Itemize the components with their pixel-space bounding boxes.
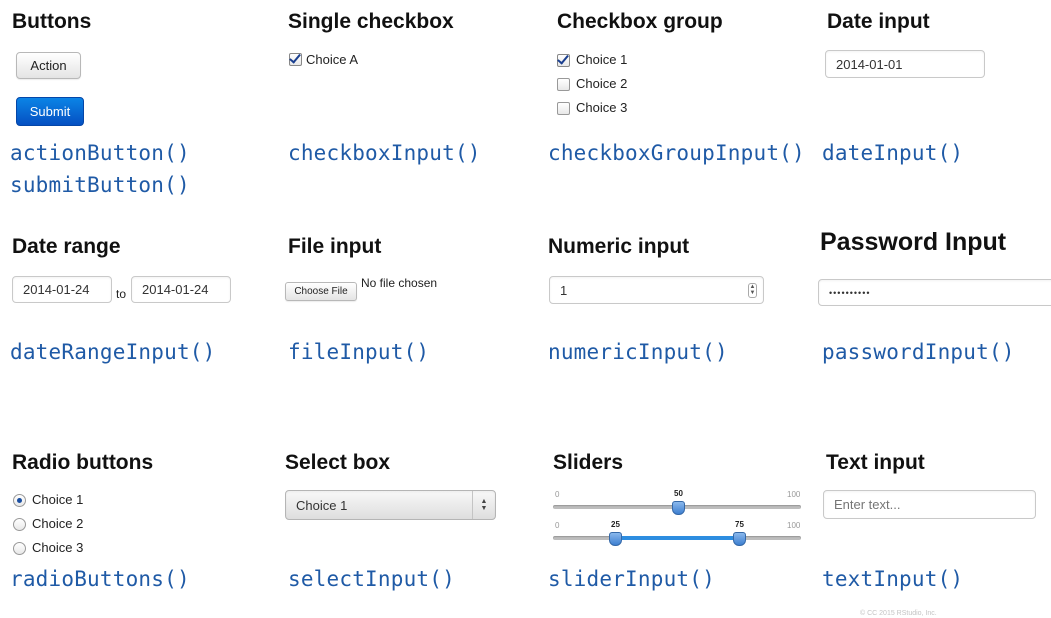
radio-choice-3[interactable] (13, 542, 26, 555)
date-range-separator: to (116, 287, 127, 301)
submit-button-function: submitButton() (10, 173, 190, 197)
numeric-spinner-icon[interactable]: ▲ ▼ (748, 283, 757, 298)
group-choice-1-label: Choice 1 (576, 52, 628, 67)
select-arrows-icon: ▲ ▼ (472, 491, 495, 519)
action-button-function: actionButton() (10, 141, 190, 165)
checkbox-group-input-function: checkboxGroupInput() (548, 141, 805, 165)
select-box-dropdown[interactable]: Choice 1 ▲ ▼ (285, 490, 496, 520)
slider2-high-label: 75 (735, 520, 744, 529)
select-box-value: Choice 1 (296, 497, 348, 513)
radio-buttons-title: Radio buttons (12, 451, 154, 474)
date-input-function: dateInput() (822, 141, 964, 165)
date-range-end-field[interactable]: 2014-01-24 (131, 276, 231, 303)
slider2-low-label: 25 (611, 520, 620, 529)
buttons-title: Buttons (12, 10, 92, 33)
single-checkbox-title: Single checkbox (288, 10, 454, 33)
group-choice-1-checkbox[interactable] (557, 54, 570, 67)
file-input-function: fileInput() (288, 340, 430, 364)
choose-file-button[interactable]: Choose File (285, 282, 357, 301)
slider2-max-label: 100 (787, 521, 801, 530)
choice-a-label: Choice A (306, 52, 359, 67)
date-input-title: Date input (827, 10, 930, 33)
text-input-field[interactable] (823, 490, 1036, 519)
numeric-input-field[interactable]: 1 ▲ ▼ (549, 276, 764, 304)
select-input-function: selectInput() (288, 567, 455, 591)
checkbox-input-function: checkboxInput() (288, 141, 481, 165)
file-status-label: No file chosen (361, 276, 438, 290)
slider2-range-fill (615, 536, 739, 540)
slider1-max-label: 100 (787, 490, 801, 499)
action-button[interactable]: Action (16, 52, 81, 79)
radio-choice-1[interactable] (13, 494, 26, 507)
choice-a-checkbox[interactable] (289, 53, 302, 66)
radio-choice-3-label: Choice 3 (32, 540, 84, 555)
group-choice-2-label: Choice 2 (576, 76, 628, 91)
slider2-high-handle[interactable] (733, 532, 746, 546)
password-input-title: Password Input (820, 228, 1007, 256)
select-box-title: Select box (285, 451, 391, 474)
text-input-function: textInput() (822, 567, 964, 591)
copyright-notice: © CC 2015 RStudio, Inc. (860, 610, 937, 617)
slider2-low-handle[interactable] (609, 532, 622, 546)
group-choice-2-checkbox[interactable] (557, 78, 570, 91)
numeric-input-value: 1 (560, 282, 568, 298)
date-range-input-function: dateRangeInput() (10, 340, 216, 364)
slider1-min-label: 0 (555, 490, 560, 499)
radio-buttons-function: radioButtons() (10, 567, 190, 591)
radio-choice-2[interactable] (13, 518, 26, 531)
group-choice-3-checkbox[interactable] (557, 102, 570, 115)
date-range-start-field[interactable]: 2014-01-24 (12, 276, 112, 303)
checkbox-group-title: Checkbox group (557, 10, 723, 33)
password-field[interactable]: •••••••••• (818, 279, 1051, 306)
slider1-handle[interactable] (672, 501, 685, 515)
text-input-title: Text input (826, 451, 925, 474)
numeric-input-title: Numeric input (548, 235, 690, 258)
radio-choice-2-label: Choice 2 (32, 516, 84, 531)
group-choice-3-label: Choice 3 (576, 100, 628, 115)
radio-choice-1-label: Choice 1 (32, 492, 84, 507)
date-range-title: Date range (12, 235, 121, 258)
numeric-input-function: numericInput() (548, 340, 728, 364)
date-input-field[interactable]: 2014-01-01 (825, 50, 985, 78)
slider1-value-label: 50 (674, 489, 683, 498)
sliders-title: Sliders (553, 451, 624, 474)
slider2-min-label: 0 (555, 521, 560, 530)
submit-button[interactable]: Submit (16, 97, 84, 126)
slider-input-function: sliderInput() (548, 567, 715, 591)
password-input-function: passwordInput() (822, 340, 1015, 364)
file-input-title: File input (288, 235, 382, 258)
